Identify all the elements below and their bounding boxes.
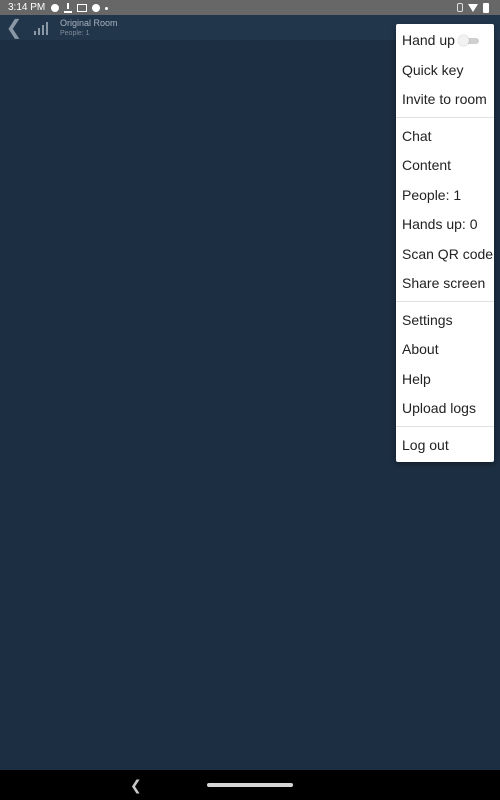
mail-icon bbox=[77, 3, 88, 12]
home-pill-icon[interactable] bbox=[207, 783, 293, 787]
menu-item-help[interactable]: Help bbox=[396, 364, 494, 394]
signal-bars-icon bbox=[34, 21, 50, 35]
hand-up-toggle[interactable] bbox=[458, 35, 480, 46]
menu-item-upload-logs[interactable]: Upload logs bbox=[396, 393, 494, 423]
overflow-menu: Hand up Quick key Invite to room Chat Co… bbox=[396, 24, 494, 462]
room-people-count: People: 1 bbox=[60, 29, 90, 37]
menu-divider bbox=[396, 117, 494, 118]
menu-item-label: Share screen bbox=[402, 275, 486, 291]
menu-item-content[interactable]: Content bbox=[396, 150, 494, 180]
menu-item-share-screen[interactable]: Share screen bbox=[396, 268, 494, 298]
back-button[interactable]: ❮ bbox=[0, 15, 28, 40]
menu-divider bbox=[396, 426, 494, 427]
menu-item-label: People: 1 bbox=[402, 187, 462, 203]
menu-item-scan-qr-code[interactable]: Scan QR code bbox=[396, 239, 494, 269]
menu-item-about[interactable]: About bbox=[396, 334, 494, 364]
menu-item-label: Quick key bbox=[402, 62, 464, 78]
menu-item-label: Help bbox=[402, 371, 431, 387]
menu-item-chat[interactable]: Chat bbox=[396, 121, 494, 151]
menu-item-quick-key[interactable]: Quick key bbox=[396, 55, 494, 85]
download-icon bbox=[64, 2, 73, 13]
menu-item-people[interactable]: People: 1 bbox=[396, 180, 494, 210]
menu-item-hand-up[interactable]: Hand up bbox=[396, 25, 494, 55]
chevron-left-icon: ❮ bbox=[5, 17, 23, 39]
chat-icon bbox=[92, 3, 101, 12]
menu-item-label: Settings bbox=[402, 312, 453, 328]
menu-item-label: Hands up: 0 bbox=[402, 216, 478, 232]
menu-item-label: Invite to room bbox=[402, 91, 487, 107]
menu-item-invite-to-room[interactable]: Invite to room bbox=[396, 84, 494, 114]
status-time: 3:14 PM bbox=[8, 2, 46, 13]
room-info: Original Room People: 1 bbox=[60, 17, 118, 37]
menu-item-settings[interactable]: Settings bbox=[396, 305, 494, 335]
menu-item-label: Scan QR code bbox=[402, 246, 494, 262]
menu-item-label: About bbox=[402, 341, 439, 357]
menu-item-hands-up[interactable]: Hands up: 0 bbox=[396, 209, 494, 239]
navigation-bar: ❮ bbox=[0, 770, 500, 800]
menu-item-label: Log out bbox=[402, 437, 449, 453]
menu-divider bbox=[396, 301, 494, 302]
menu-item-label: Content bbox=[402, 157, 452, 173]
menu-item-label: Chat bbox=[402, 128, 432, 144]
bluetooth-icon bbox=[457, 3, 463, 12]
gear-icon bbox=[51, 3, 60, 12]
wifi-icon bbox=[468, 3, 478, 12]
menu-item-log-out[interactable]: Log out bbox=[396, 430, 494, 460]
menu-item-label: Upload logs bbox=[402, 400, 476, 416]
room-title: Original Room bbox=[60, 17, 118, 28]
dot-icon bbox=[105, 7, 109, 10]
back-triangle-icon[interactable]: ❮ bbox=[130, 777, 142, 794]
status-bar: 3:14 PM bbox=[0, 0, 500, 15]
battery-icon bbox=[483, 2, 489, 13]
menu-item-label: Hand up bbox=[402, 32, 455, 48]
